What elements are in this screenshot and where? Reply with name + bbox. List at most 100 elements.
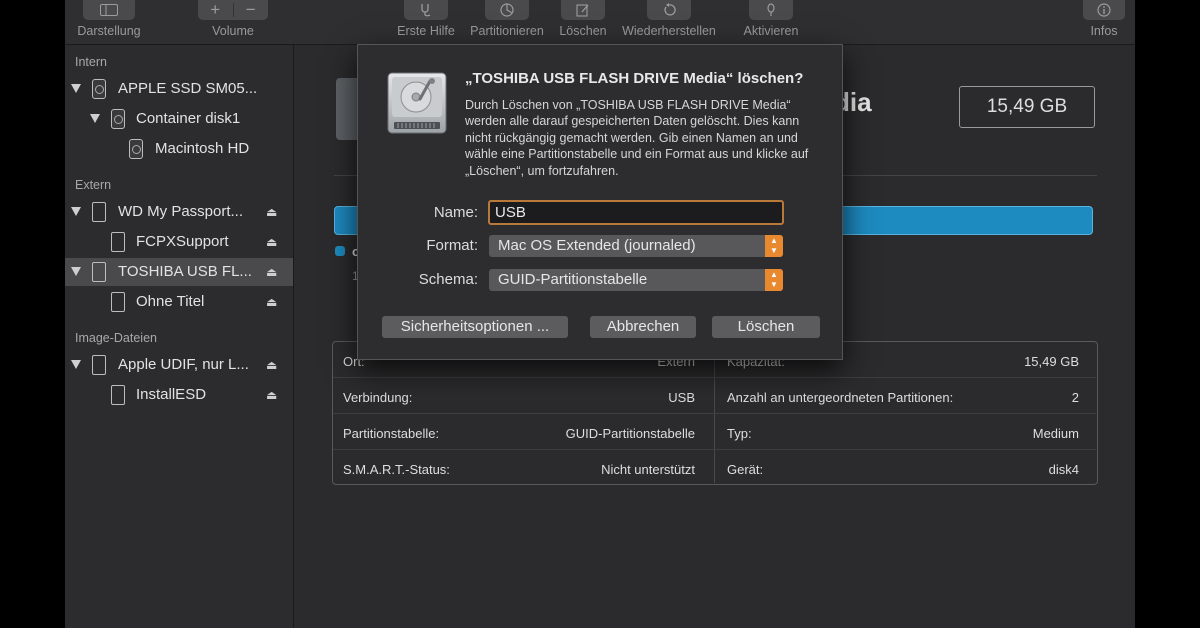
info-row-partitionstabelle: Partitionstabelle: GUID-Partitionstabell… [333,414,705,450]
eject-icon[interactable]: ⏏ [266,265,277,279]
info-row-partitionen: Anzahl an untergeordneten Partitionen: 2 [717,378,1089,414]
info-label: Gerät: [727,462,764,477]
volume-segmented-control: + − [198,0,268,20]
sidebar-item-installesd[interactable]: InstallESD ⏏ [65,381,293,409]
add-volume-button[interactable]: + [198,0,233,20]
erase-button[interactable]: Löschen [712,316,820,338]
toolbar-aktivieren[interactable]: Aktivieren [736,0,806,38]
volume-disk-icon [129,139,143,159]
sidebar-item-apple-udif[interactable]: Apple UDIF, nur L... ⏏ [65,351,293,379]
info-value: USB [668,390,695,405]
toolbar-loeschen[interactable]: Löschen [554,0,612,38]
sidebar-section-image-dateien: Image-Dateien [75,331,157,345]
format-select-value: Mac OS Extended (journaled) [498,237,696,254]
stethoscope-icon[interactable] [404,0,448,20]
info-label: S.M.A.R.T.-Status: [343,462,450,477]
info-value: GUID-Partitionstabelle [565,426,695,441]
info-value: disk4 [1048,462,1079,477]
eject-icon[interactable]: ⏏ [266,235,277,249]
schema-select-value: GUID-Partitionstabelle [498,271,648,288]
eject-icon[interactable]: ⏏ [266,295,277,309]
sidebar-item-label: APPLE SSD SM05... [118,80,258,97]
dialog-title: „TOSHIBA USB FLASH DRIVE Media“ löschen? [465,70,804,87]
sidebar-item-container-disk1[interactable]: Container disk1 [65,105,293,133]
info-row-smart-status: S.M.A.R.T.-Status: Nicht unterstützt [333,450,705,486]
remove-volume-button[interactable]: − [234,0,269,20]
toolbar-infos-label: Infos [1090,24,1118,38]
sidebar-item-apple-ssd[interactable]: APPLE SSD SM05... [65,75,293,103]
toolbar-erste-hilfe-label: Erste Hilfe [397,24,455,38]
row-separator [333,413,1096,414]
toolbar-infos[interactable]: Infos [1081,0,1127,38]
info-icon[interactable] [1083,0,1125,20]
dialog-message: Durch Löschen von „TOSHIBA USB FLASH DRI… [465,98,809,178]
hard-drive-icon [386,71,448,135]
internal-disk-icon [92,79,106,99]
info-value: Nicht unterstützt [601,462,695,477]
info-row-typ: Typ: Medium [717,414,1089,450]
eject-icon[interactable]: ⏏ [266,358,277,372]
image-volume-icon [111,385,125,405]
disclosure-triangle-icon[interactable] [71,207,81,216]
disk-image-icon [92,355,106,375]
sidebar-section-extern: Extern [75,178,112,192]
toolbar-darstellung-label: Darstellung [77,24,141,38]
info-row-verbindung: Verbindung: USB [333,378,705,414]
sidebar-item-label: FCPXSupport [136,233,229,250]
sidebar-item-wd-my-passport[interactable]: WD My Passport... ⏏ [65,198,293,226]
row-separator [333,377,1096,378]
toolbar-darstellung[interactable]: Darstellung [74,0,144,38]
external-volume-icon [111,232,125,252]
info-label: Partitionstabelle: [343,426,440,441]
toolbar-erste-hilfe[interactable]: Erste Hilfe [388,0,464,38]
sidebar-item-label: Apple UDIF, nur L... [118,356,249,373]
disclosure-triangle-icon[interactable] [90,114,100,123]
sidebar-item-label: Ohne Titel [136,293,205,310]
sidebar-item-fcpxsupport[interactable]: FCPXSupport ⏏ [65,228,293,256]
info-label: Verbindung: [343,390,413,405]
pie-partition-icon[interactable] [485,0,529,20]
info-label: Anzahl an untergeordneten Partitionen: [727,390,954,405]
sidebar-item-label: InstallESD [136,386,207,403]
info-value: 2 [1071,390,1079,405]
disclosure-triangle-icon[interactable] [71,84,81,93]
external-disk-icon [92,202,106,222]
disclosure-triangle-icon[interactable] [71,267,81,276]
toolbar-loeschen-label: Löschen [559,24,607,38]
toolbar-volume: + − Volume [198,0,268,38]
mount-icon[interactable] [749,0,793,20]
security-options-button[interactable]: Sicherheitsoptionen ... [382,316,568,338]
toolbar-wiederherstellen-label: Wiederherstellen [622,24,716,38]
sidebar-item-label: WD My Passport... [118,203,244,220]
eject-icon[interactable]: ⏏ [266,388,277,402]
schema-select[interactable]: GUID-Partitionstabelle ▲ ▼ [489,269,783,291]
chevron-updown-icon: ▲ ▼ [765,235,783,257]
external-disk-icon [92,262,106,282]
erase-dialog: „TOSHIBA USB FLASH DRIVE Media“ löschen?… [357,44,843,360]
info-label: Typ: [727,426,752,441]
toolbar-aktivieren-label: Aktivieren [743,24,799,38]
chevron-updown-icon: ▲ ▼ [765,269,783,291]
eject-icon[interactable]: ⏏ [266,205,277,219]
sidebar-item-toshiba[interactable]: TOSHIBA USB FL... ⏏ [65,258,293,286]
sidebar-toggle-icon[interactable] [83,0,135,20]
sidebar: Intern APPLE SSD SM05... Container disk1… [65,45,294,628]
toolbar-partitionieren[interactable]: Partitionieren [463,0,551,38]
name-label: Name: [433,204,478,221]
erase-pencil-icon[interactable] [561,0,605,20]
disclosure-triangle-icon[interactable] [71,360,81,369]
toolbar-volume-label: Volume [212,24,254,38]
cancel-button[interactable]: Abbrechen [590,316,696,338]
schema-label: Schema: [418,271,478,288]
toolbar-wiederherstellen[interactable]: Wiederherstellen [616,0,722,38]
sidebar-item-macintosh-hd[interactable]: Macintosh HD [65,135,293,163]
sidebar-item-label: Container disk1 [136,110,241,127]
sidebar-item-label: TOSHIBA USB FL... [118,263,252,280]
format-select[interactable]: Mac OS Extended (journaled) ▲ ▼ [489,235,783,257]
info-table: Ort: Extern Verbindung: USB Partitionsta… [332,341,1098,485]
restore-arrow-icon[interactable] [647,0,691,20]
sidebar-item-label: Macintosh HD [155,140,250,157]
sidebar-item-ohne-titel[interactable]: Ohne Titel ⏏ [65,288,293,316]
name-input[interactable] [488,200,784,225]
info-value: Medium [1032,426,1079,441]
